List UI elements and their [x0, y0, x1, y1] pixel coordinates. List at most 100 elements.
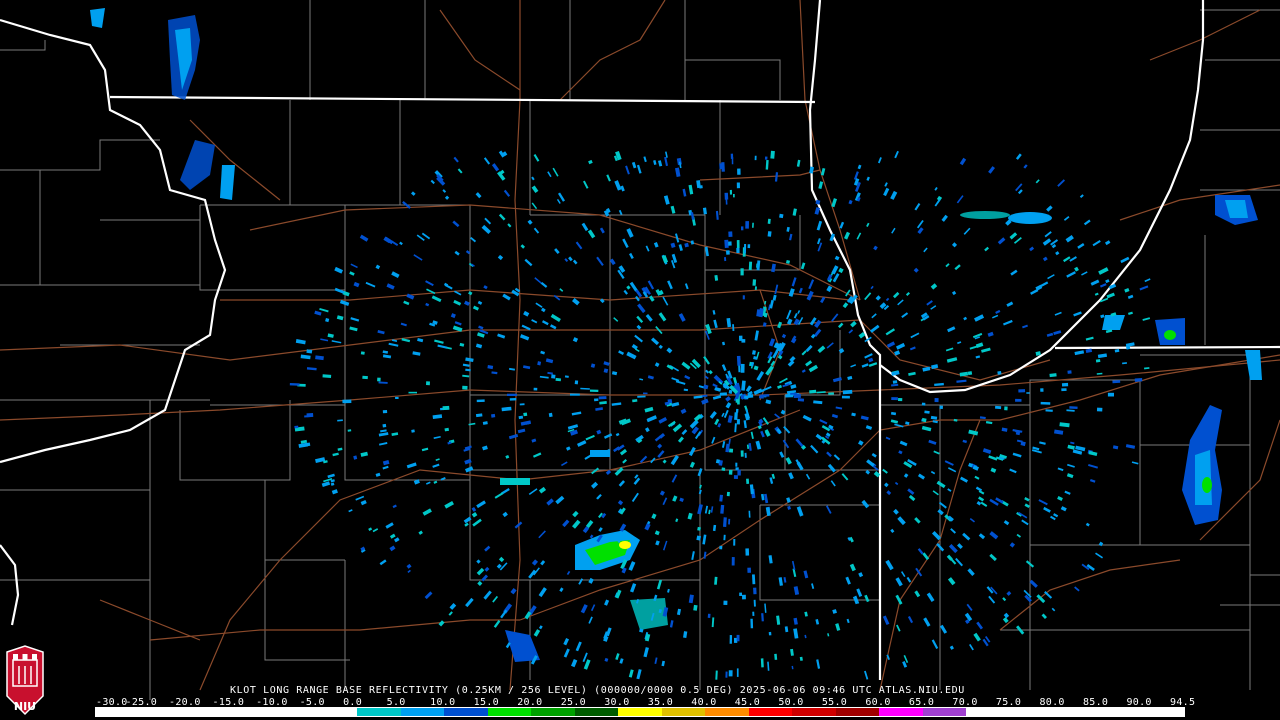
- echo-speck: [554, 248, 560, 254]
- echo-speck: [973, 632, 981, 642]
- reflectivity-colorbar: [95, 707, 1185, 717]
- echo-speck: [804, 611, 808, 617]
- echo-speck: [468, 291, 473, 296]
- echo-speck: [741, 380, 746, 391]
- echo-speck: [922, 552, 930, 561]
- echo-speck: [654, 530, 660, 536]
- echo-speck: [636, 164, 642, 174]
- echo-speck: [669, 620, 674, 628]
- echo-speck: [596, 429, 602, 435]
- echo-speck: [743, 244, 747, 254]
- echo-speck: [1046, 332, 1054, 337]
- echo-speck: [540, 281, 548, 288]
- echo-speck: [914, 202, 921, 211]
- radar-display: NIU KLOT LONG RANGE BASE REFLECTIVITY (0…: [0, 0, 1280, 720]
- echo-speck: [1127, 294, 1134, 299]
- echo-speck: [306, 349, 313, 354]
- echo-speck: [503, 189, 511, 197]
- echo-speck: [985, 421, 993, 425]
- echo-speck: [945, 347, 954, 352]
- echo-speck: [803, 570, 809, 579]
- echo-speck: [1044, 231, 1052, 238]
- echo-speck: [678, 313, 686, 322]
- echo-speck: [632, 399, 638, 403]
- echo-speck: [719, 494, 723, 502]
- echo-speck: [444, 501, 454, 509]
- echo-speck: [482, 421, 488, 425]
- echo-speck: [749, 484, 754, 495]
- colorbar-segment: [879, 708, 923, 716]
- echo-speck: [866, 176, 870, 181]
- echo-speck: [868, 357, 874, 363]
- echo-speck: [909, 346, 916, 351]
- echo-speck: [645, 245, 650, 252]
- echo-speck: [906, 576, 912, 583]
- echo-speck: [321, 481, 331, 487]
- echo-speck: [736, 668, 739, 677]
- echo-speck: [979, 416, 986, 420]
- echo-speck: [1018, 389, 1026, 393]
- echo-speck: [325, 318, 330, 323]
- echo-speck: [848, 199, 853, 205]
- echo-speck: [502, 511, 508, 518]
- echo-speck: [894, 150, 899, 159]
- echo-speck: [531, 176, 535, 181]
- reflectivity-echoes: [90, 8, 1262, 680]
- echo-speck: [1063, 256, 1071, 263]
- echo-speck: [871, 313, 877, 319]
- echo-speck: [430, 179, 435, 185]
- echo-speck: [491, 371, 498, 375]
- echo-speck: [1060, 506, 1067, 512]
- echo-speck: [847, 375, 853, 380]
- echo-speck: [784, 626, 789, 633]
- echo-speck: [1026, 392, 1030, 394]
- echo-speck: [483, 285, 488, 290]
- echo-speck: [537, 361, 542, 366]
- echo-speck: [472, 305, 480, 311]
- echo-speck: [611, 402, 622, 406]
- echo-speck: [342, 399, 352, 404]
- echo-speck: [1042, 256, 1048, 262]
- echo-speck: [1047, 274, 1055, 280]
- echo-speck: [816, 659, 821, 669]
- echo-speck: [899, 440, 908, 447]
- echo-speck: [406, 462, 417, 469]
- echo-speck: [1127, 311, 1133, 316]
- echo-speck: [476, 559, 481, 564]
- echo-speck: [801, 369, 806, 373]
- echo-speck: [987, 331, 994, 337]
- echo-speck: [1100, 314, 1105, 319]
- echo-speck: [619, 448, 627, 456]
- echo-speck: [769, 477, 774, 484]
- echo-speck: [385, 522, 394, 529]
- echo-speck: [425, 302, 430, 307]
- echo-speck: [595, 407, 604, 411]
- echo-speck: [1067, 370, 1072, 374]
- echo-speck: [788, 472, 794, 480]
- echo-speck: [830, 480, 836, 487]
- echo-speck: [453, 156, 459, 163]
- echo-speck: [663, 195, 670, 205]
- echo-speck: [684, 242, 689, 248]
- echo-speck: [689, 461, 695, 468]
- echo-speck: [846, 618, 850, 624]
- scale-label: -10.0: [256, 697, 288, 708]
- echo-speck: [421, 232, 431, 240]
- echo-speck: [839, 221, 845, 229]
- echo-speck: [636, 315, 644, 324]
- echo-speck: [603, 433, 613, 439]
- echo-speck: [289, 383, 300, 386]
- echo-speck: [842, 389, 853, 395]
- echo-speck: [1040, 401, 1051, 405]
- echo-speck: [492, 595, 499, 603]
- echo-speck: [962, 439, 968, 444]
- echo-speck: [774, 413, 781, 419]
- echo-speck: [917, 548, 924, 555]
- echo-speck: [475, 413, 483, 418]
- echo-speck: [380, 429, 387, 433]
- echo-speck: [407, 569, 411, 574]
- echo-speck: [1104, 240, 1111, 246]
- echo-speck: [615, 653, 620, 661]
- echo-speck: [1134, 378, 1143, 382]
- echo-speck: [626, 351, 637, 360]
